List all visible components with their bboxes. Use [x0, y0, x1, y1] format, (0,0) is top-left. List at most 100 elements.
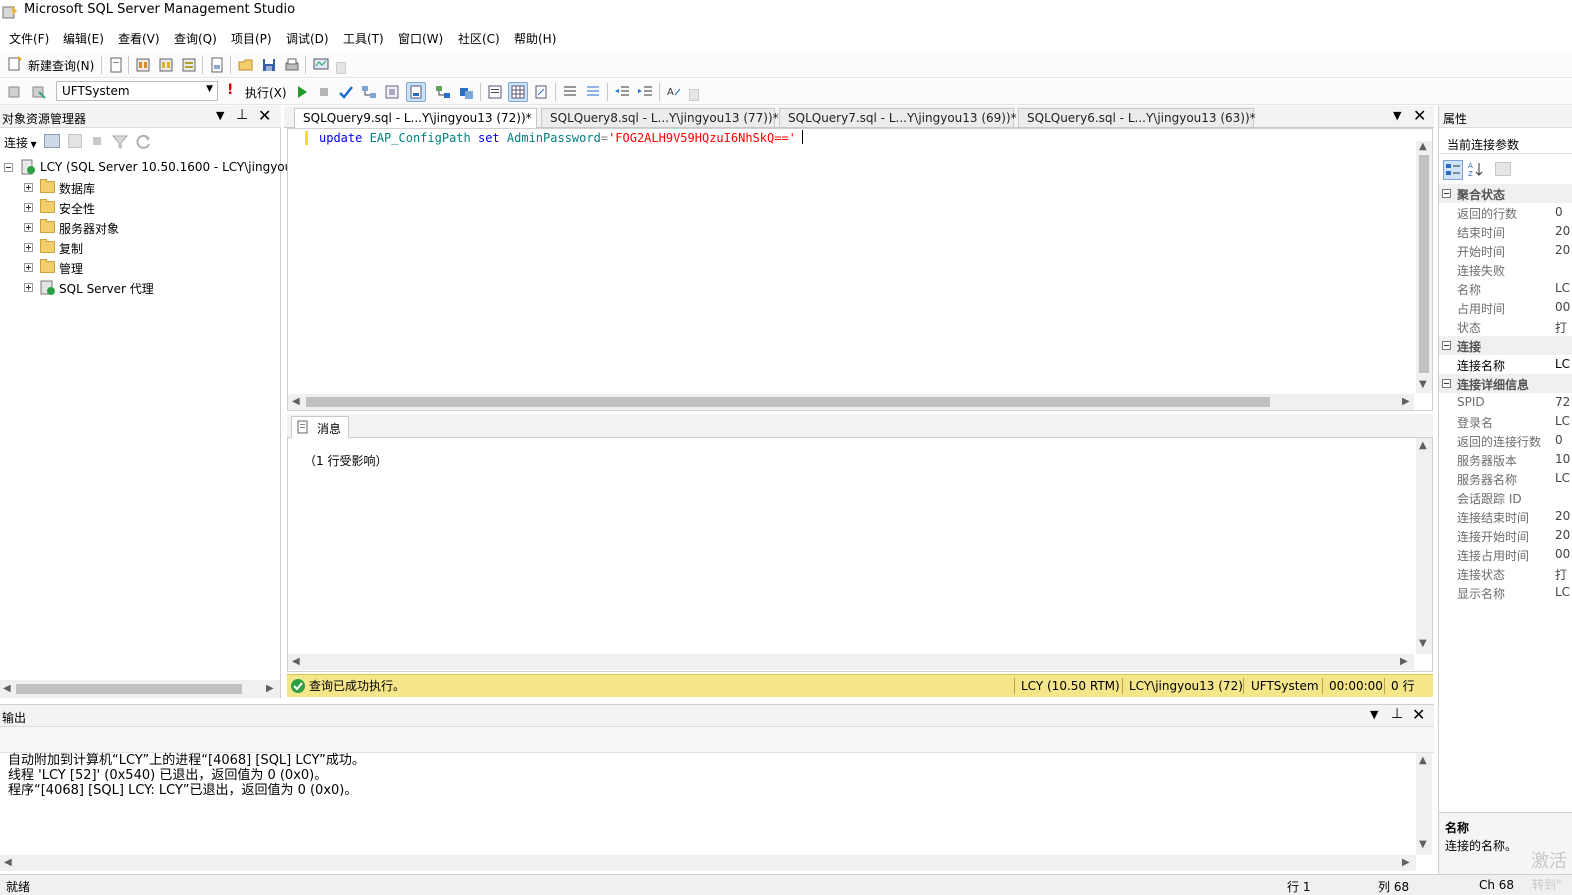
property-row[interactable]: 名称 LC: [1439, 279, 1572, 298]
scroll-thumb[interactable]: [306, 397, 1270, 407]
messages-vscrollbar[interactable]: ▲ ▼: [1416, 438, 1432, 654]
results-to-file-button[interactable]: [532, 83, 550, 101]
available-databases-select[interactable]: UFTSystem ▼: [56, 81, 218, 101]
close-icon[interactable]: ✕: [1413, 106, 1426, 125]
expand-icon[interactable]: [24, 243, 33, 252]
query-options-button[interactable]: [383, 83, 401, 101]
increase-indent-button[interactable]: [636, 83, 654, 101]
debug-button[interactable]: [293, 83, 311, 101]
scroll-right-icon[interactable]: ▶: [1400, 656, 1408, 667]
scroll-up-icon[interactable]: ▲: [1419, 141, 1427, 152]
expand-icon[interactable]: [24, 203, 33, 212]
property-pages-button[interactable]: [1495, 162, 1511, 176]
property-row[interactable]: 连接状态 打: [1439, 564, 1572, 583]
menu-debug[interactable]: 调试(D): [286, 30, 329, 47]
panel-dropdown-icon[interactable]: ▼: [1370, 708, 1378, 721]
tree-item-security[interactable]: 安全性: [24, 198, 280, 218]
menu-help[interactable]: 帮助(H): [514, 30, 556, 47]
tab-sqlquery9[interactable]: SQLQuery9.sql - L...Y\jingyou13 (72))*: [294, 108, 537, 128]
stop-icon[interactable]: [93, 137, 101, 145]
expand-icon[interactable]: [24, 183, 33, 192]
scroll-right-icon[interactable]: ▶: [1402, 857, 1410, 868]
property-row[interactable]: 连接结束时间 20: [1439, 507, 1572, 526]
scroll-down-icon[interactable]: ▼: [1419, 839, 1427, 850]
property-row[interactable]: 返回的连接行数 0: [1439, 431, 1572, 450]
property-row[interactable]: SPID 72: [1439, 393, 1572, 412]
collapse-icon[interactable]: [1442, 189, 1451, 198]
code-line-1[interactable]: update EAP_ConfigPath set AdminPassword=…: [319, 130, 803, 145]
menu-view[interactable]: 查看(V): [118, 30, 160, 47]
parse-button[interactable]: [337, 83, 355, 101]
menu-query[interactable]: 查询(Q): [174, 30, 217, 47]
open-file-button[interactable]: [237, 56, 255, 74]
messages-hscrollbar[interactable]: ◀ ▶: [288, 654, 1414, 670]
comment-out-button[interactable]: [561, 83, 579, 101]
client-statistics-button[interactable]: [457, 83, 475, 101]
pin-icon[interactable]: ⊥: [236, 107, 248, 123]
property-row[interactable]: 开始时间 20: [1439, 241, 1572, 260]
intellisense-toggle[interactable]: [406, 82, 426, 102]
expand-icon[interactable]: [24, 283, 33, 292]
save-button[interactable]: [260, 56, 278, 74]
alphabetical-button[interactable]: AZ: [1467, 160, 1487, 180]
uncomment-button[interactable]: [584, 83, 602, 101]
tab-sqlquery7[interactable]: SQLQuery7.sql - L...Y\jingyou13 (69))*: [779, 108, 1017, 128]
toolbar-overflow-button[interactable]: [689, 89, 699, 101]
toolbar-overflow-button[interactable]: [336, 62, 346, 74]
scroll-left-icon[interactable]: ◀: [3, 683, 11, 694]
categorized-button[interactable]: [1443, 160, 1463, 180]
menu-tools[interactable]: 工具(T): [343, 30, 384, 47]
property-row[interactable]: 结束时间 20: [1439, 222, 1572, 241]
scroll-left-icon[interactable]: ◀: [4, 857, 12, 868]
results-to-grid-button[interactable]: [508, 82, 528, 102]
editor-vscrollbar[interactable]: ▲ ▼: [1416, 141, 1432, 393]
menu-edit[interactable]: 编辑(E): [63, 30, 104, 47]
tree-server-node[interactable]: LCY (SQL Server 10.50.1600 - LCY\jingyou: [4, 158, 292, 178]
menu-file[interactable]: 文件(F): [9, 30, 49, 47]
scroll-right-icon[interactable]: ▶: [1402, 396, 1410, 407]
analysis-xmla-query-button[interactable]: [180, 56, 198, 74]
scroll-right-icon[interactable]: ▶: [266, 683, 274, 694]
tree-item-replication[interactable]: 复制: [24, 238, 280, 258]
display-estimated-plan-button[interactable]: [360, 83, 378, 101]
analysis-mdx-query-button[interactable]: [134, 56, 152, 74]
tree-item-sql-agent[interactable]: SQL Server 代理: [24, 278, 280, 298]
category-connection[interactable]: 连接: [1439, 336, 1572, 355]
tab-sqlquery8[interactable]: SQLQuery8.sql - L...Y\jingyou13 (77))*: [541, 108, 779, 128]
scroll-left-icon[interactable]: ◀: [292, 396, 300, 407]
property-row[interactable]: 连接失败: [1439, 260, 1572, 279]
scroll-up-icon[interactable]: ▲: [1419, 440, 1427, 451]
category-connection-details[interactable]: 连接详细信息: [1439, 374, 1572, 393]
query-editor[interactable]: update EAP_ConfigPath set AdminPassword=…: [287, 128, 1433, 411]
property-row[interactable]: 服务器名称 LC: [1439, 469, 1572, 488]
category-aggregate-status[interactable]: 聚合状态: [1439, 184, 1572, 203]
scroll-left-icon[interactable]: ◀: [292, 656, 300, 667]
scroll-thumb[interactable]: [1419, 155, 1429, 373]
menu-window[interactable]: 窗口(W): [398, 30, 443, 47]
scroll-up-icon[interactable]: ▲: [1419, 755, 1427, 766]
refresh-icon[interactable]: [136, 134, 152, 150]
cancel-query-button[interactable]: [315, 83, 333, 101]
property-row[interactable]: 连接名称 LC: [1439, 355, 1572, 374]
close-icon[interactable]: ✕: [258, 106, 271, 125]
menu-project[interactable]: 项目(P): [231, 30, 272, 47]
collapse-icon[interactable]: [1442, 341, 1451, 350]
save-all-button[interactable]: [283, 56, 301, 74]
analysis-dmx-query-button[interactable]: [157, 56, 175, 74]
tab-sqlquery6[interactable]: SQLQuery6.sql - L...Y\jingyou13 (63))*: [1018, 108, 1256, 128]
disconnect-icon[interactable]: [68, 134, 82, 148]
filter-icon[interactable]: [112, 134, 128, 150]
connect-dropdown[interactable]: 连接 ▼: [4, 134, 37, 151]
close-icon[interactable]: ✕: [1412, 705, 1425, 724]
results-to-text-button[interactable]: [486, 83, 504, 101]
property-row[interactable]: 显示名称 LC: [1439, 583, 1572, 602]
property-row[interactable]: 状态 打: [1439, 317, 1572, 336]
decrease-indent-button[interactable]: [613, 83, 631, 101]
specify-template-values-button[interactable]: A: [665, 83, 683, 101]
output-vscrollbar[interactable]: ▲ ▼: [1416, 753, 1432, 855]
pin-icon[interactable]: ⊥: [1391, 706, 1403, 722]
database-engine-query-button[interactable]: [107, 56, 125, 74]
property-row[interactable]: 连接占用时间 00: [1439, 545, 1572, 564]
sql-compact-query-button[interactable]: [208, 56, 226, 74]
property-row[interactable]: 会话跟踪 ID: [1439, 488, 1572, 507]
